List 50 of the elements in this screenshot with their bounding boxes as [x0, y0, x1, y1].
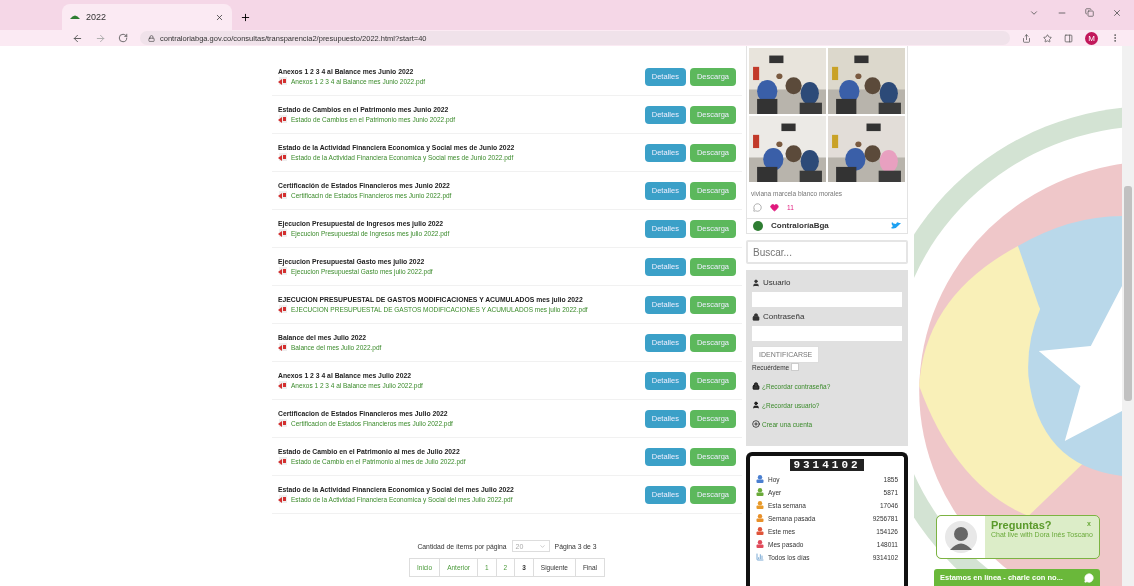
pdf-icon — [278, 153, 287, 161]
user-icon — [752, 278, 760, 287]
account-name: ContraloríaBga — [771, 221, 830, 231]
bar-chart-icon — [756, 553, 764, 561]
forward-icon[interactable] — [95, 32, 106, 44]
lock-icon — [148, 34, 155, 42]
close-icon[interactable] — [1112, 8, 1122, 18]
pdf-icon — [278, 191, 287, 199]
pdf-icon — [278, 457, 287, 465]
pdf-icon — [278, 419, 287, 427]
pdf-icon — [278, 229, 287, 237]
remember-checkbox[interactable] — [791, 363, 800, 371]
password-label: Contraseña — [763, 312, 805, 321]
chat-icon — [1084, 572, 1094, 583]
pdf-icon — [278, 267, 287, 275]
restore-icon[interactable] — [1085, 8, 1094, 17]
password-field[interactable] — [752, 326, 902, 341]
lock-icon — [752, 382, 760, 390]
back-icon[interactable] — [72, 32, 83, 44]
scrollbar[interactable] — [1122, 46, 1134, 586]
plus-icon — [752, 420, 760, 428]
pdf-icon — [278, 305, 287, 313]
lock-icon — [752, 312, 760, 321]
reload-icon[interactable] — [118, 33, 128, 43]
side-panel-icon[interactable] — [1064, 33, 1073, 43]
username-label: Usuario — [763, 278, 791, 287]
chevron-icon[interactable] — [1029, 8, 1039, 18]
chevron-icon — [538, 542, 546, 550]
counter-digits: 9314102 — [790, 459, 864, 471]
bird-icon — [891, 222, 901, 230]
browser-tab[interactable]: 2022 — [62, 4, 232, 30]
chat-title: Preguntas? — [991, 519, 1052, 531]
profile-avatar[interactable]: M — [1085, 31, 1098, 45]
share-icon[interactable] — [1022, 33, 1031, 43]
scroll-thumb[interactable] — [1124, 186, 1132, 401]
user-icon — [752, 401, 760, 409]
pdf-icon — [278, 381, 287, 389]
close-icon[interactable] — [215, 12, 224, 22]
avatar-silhouette-icon — [945, 521, 977, 553]
new-tab-icon[interactable] — [240, 12, 251, 23]
pdf-icon — [278, 343, 287, 351]
account-avatar — [753, 221, 763, 231]
comment-icon[interactable] — [753, 203, 762, 212]
pdf-icon — [278, 115, 287, 123]
star-icon[interactable] — [1043, 33, 1052, 43]
heart-icon[interactable] — [770, 203, 779, 212]
username-field[interactable] — [752, 292, 902, 307]
pdf-icon — [278, 495, 287, 503]
pdf-icon — [278, 77, 287, 85]
search-field[interactable]: Buscar... — [746, 240, 908, 264]
